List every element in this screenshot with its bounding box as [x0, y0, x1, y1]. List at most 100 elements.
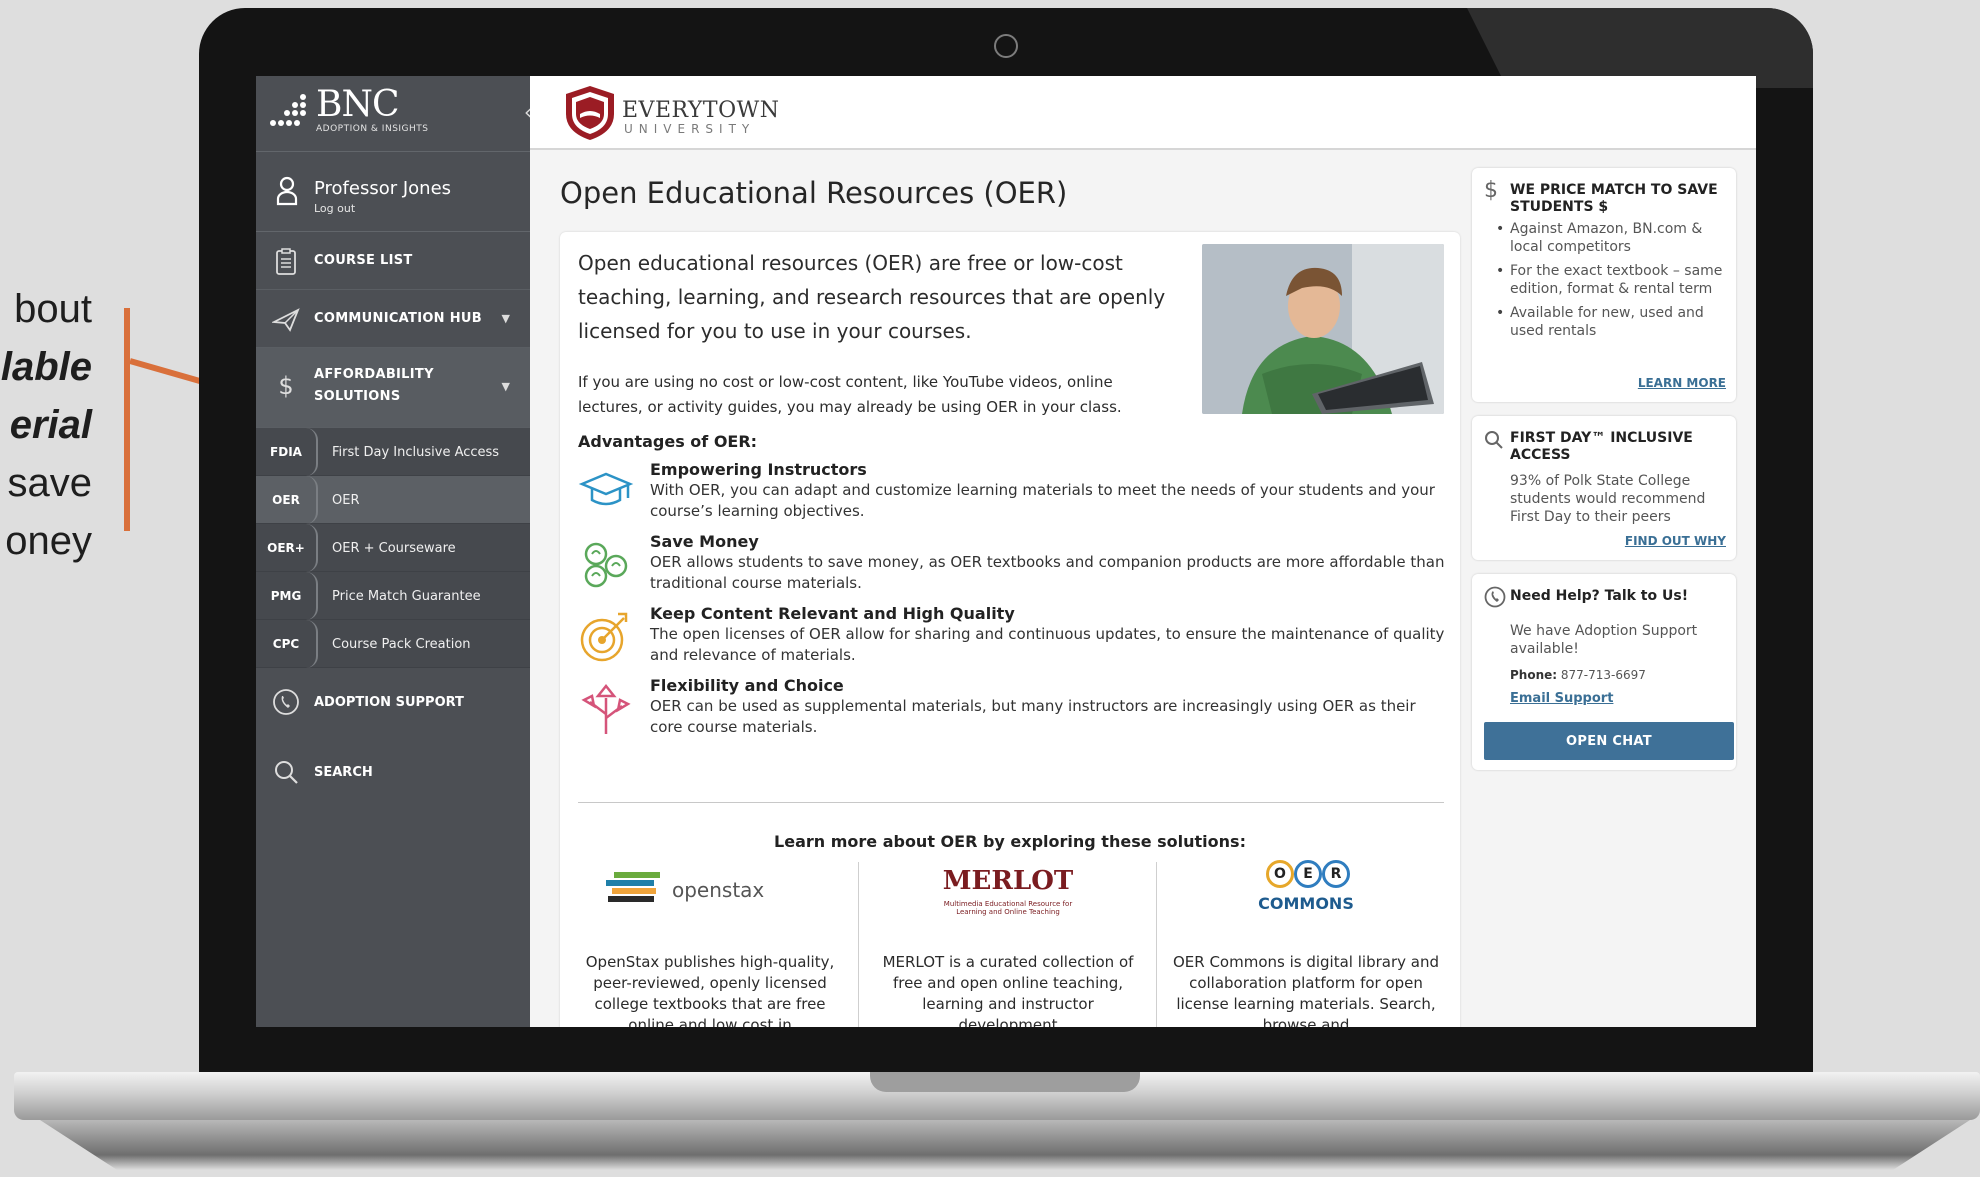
advantage-description: The open licenses of OER allow for shari…: [650, 625, 1445, 664]
annotation-line-2: lable: [0, 345, 92, 389]
phone-icon: [273, 689, 299, 715]
oer-commons-wordmark: COMMONS: [1258, 894, 1354, 913]
advantage-title: Save Money: [650, 532, 759, 551]
intro-paragraph: Open educational resources (OER) are fre…: [578, 251, 1166, 343]
book-stack-icon: [606, 872, 660, 902]
advantage-description: OER can be used as supplemental material…: [650, 697, 1416, 736]
sidebar-item-label: SEARCH: [314, 765, 373, 780]
directions-arrows-icon: [581, 683, 631, 734]
solution-description: OpenStax publishes high-quality, peer-re…: [585, 953, 835, 1027]
phone-icon: [1484, 586, 1506, 608]
annotation-line-4: save: [7, 461, 93, 505]
oer-content-card: Open educational resources (OER) are fre…: [560, 232, 1460, 1027]
price-match-card: $ WE PRICE MATCH TO SAVE STUDENTS $ Agai…: [1472, 168, 1736, 402]
solution-separator: [858, 862, 859, 1027]
sidebar-item-adoption-support[interactable]: ADOPTION SUPPORT: [256, 668, 530, 738]
webcam: [994, 34, 1018, 58]
bnc-logo[interactable]: BNC ADOPTION & INSIGHTS ‹: [256, 76, 532, 152]
subitem-label: First Day Inclusive Access: [332, 445, 500, 460]
main-content: Open Educational Resources (OER) Open ed…: [530, 152, 1460, 1027]
sidebar-item-label: COMMUNICATION HUB: [314, 311, 482, 326]
university-subtitle: UNIVERSITY: [624, 122, 756, 136]
sidebar-item-course-list[interactable]: COURSE LIST: [256, 232, 530, 290]
dollar-icon: $: [1484, 178, 1498, 203]
search-icon: [1485, 431, 1503, 449]
first-day-body: 93% of Polk State College students would…: [1510, 473, 1706, 525]
sidebar-subitem-oer[interactable]: OER OER: [256, 476, 530, 524]
dollar-icon: $: [278, 372, 294, 400]
intro-note: If you are using no cost or low-cost con…: [578, 373, 1122, 416]
annotation-line-5: oney: [5, 519, 92, 563]
oer-circles: O E R: [1266, 860, 1350, 890]
solution-description: OER Commons is digital library and colla…: [1172, 953, 1439, 1027]
advantage-title: Empowering Instructors: [650, 460, 867, 479]
advantage-title: Flexibility and Choice: [650, 676, 844, 695]
oer-letter-r: R: [1322, 860, 1350, 888]
phone-line: Phone: 877-713-6697: [1510, 666, 1730, 684]
phone-label: Phone:: [1510, 668, 1558, 682]
sidebar-item-communication-hub[interactable]: COMMUNICATION HUB ▼: [256, 290, 530, 348]
subitem-label: Price Match Guarantee: [332, 589, 481, 604]
merlot-wordmark: MERLOT: [942, 866, 1074, 896]
subitem-code: OER: [256, 476, 318, 524]
university-name: EVERYTOWN: [622, 98, 780, 123]
section-divider: [578, 802, 1444, 803]
merlot-logo: MERLOT Multimedia Educational Resource f…: [860, 858, 1156, 936]
sidebar-item-search[interactable]: SEARCH: [256, 738, 530, 808]
subitem-label: Course Pack Creation: [332, 637, 471, 652]
learn-more-heading: Learn more about OER by exploring these …: [774, 832, 1246, 851]
subitem-code: CPC: [256, 620, 318, 668]
help-title: Need Help? Talk to Us!: [1510, 588, 1689, 604]
email-support-link[interactable]: Email Support: [1510, 690, 1730, 708]
first-day-title: FIRST DAY™ INCLUSIVE ACCESS: [1510, 430, 1693, 463]
annotation-bracket: [124, 308, 130, 531]
sidebar-subitem-fdia[interactable]: FDIA First Day Inclusive Access: [256, 428, 530, 476]
oer-letter-e: E: [1294, 860, 1322, 888]
subitem-code: OER+: [256, 524, 318, 572]
solution-oer-commons[interactable]: O E R COMMONS OER Commons is digital lib…: [1158, 858, 1454, 1027]
help-body: We have Adoption Support available!: [1510, 623, 1698, 657]
sidebar-subitem-cpc[interactable]: CPC Course Pack Creation: [256, 620, 530, 668]
sidebar-item-affordability-solutions[interactable]: $ AFFORDABILITY SOLUTIONS ▼: [256, 348, 530, 428]
user-name: Professor Jones: [314, 178, 452, 199]
sidebar-subitem-oer-plus[interactable]: OER+ OER + Courseware: [256, 524, 530, 572]
subitem-code: PMG: [256, 572, 318, 620]
chevron-down-icon: ▼: [501, 312, 510, 325]
list-item: Against Amazon, BN.com & local competito…: [1496, 220, 1730, 256]
laptop-bottom: [40, 1120, 1970, 1170]
laptop-notch: [870, 1072, 1140, 1092]
sidebar-subitem-pmg[interactable]: PMG Price Match Guarantee: [256, 572, 530, 620]
learn-more-link[interactable]: LEARN MORE: [1638, 376, 1726, 390]
coins-icon: [584, 542, 628, 588]
advantage-description: With OER, you can adapt and customize le…: [650, 481, 1435, 520]
advantage-description: OER allows students to save money, as OE…: [650, 553, 1445, 592]
clipboard-icon: [276, 248, 296, 275]
solution-merlot[interactable]: MERLOT Multimedia Educational Resource f…: [860, 858, 1156, 1027]
graduation-cap-icon: [578, 472, 634, 506]
logo-dots-icon: [270, 94, 312, 136]
oer-commons-logo: O E R COMMONS: [1158, 858, 1454, 936]
university-shield-icon: [566, 86, 614, 140]
find-out-why-link[interactable]: FIND OUT WHY: [1625, 534, 1726, 548]
solution-description: MERLOT is a curated collection of free a…: [882, 953, 1134, 1027]
page-title: Open Educational Resources (OER): [560, 176, 1068, 210]
phone-number: 877-713-6697: [1560, 668, 1646, 682]
solution-openstax[interactable]: openstax OpenStax publishes high-quality…: [562, 858, 858, 1027]
top-header: EVERYTOWN UNIVERSITY: [530, 76, 1756, 150]
solution-separator: [1156, 862, 1157, 1027]
paper-plane-icon: [272, 308, 300, 332]
logo-subtitle: ADOPTION & INSIGHTS: [316, 124, 429, 134]
search-icon: [275, 761, 298, 784]
openstax-logo: openstax: [562, 858, 858, 936]
logo-text: BNC: [316, 84, 399, 125]
open-chat-button[interactable]: OPEN CHAT: [1484, 722, 1734, 760]
merlot-tagline: Multimedia Educational Resource for Lear…: [943, 900, 1073, 916]
first-day-card: FIRST DAY™ INCLUSIVE ACCESS 93% of Polk …: [1472, 416, 1736, 560]
subitem-code: FDIA: [256, 428, 318, 476]
logout-link[interactable]: Log out: [314, 202, 355, 215]
annotation-line-1: bout: [14, 287, 92, 331]
openstax-wordmark: openstax: [672, 878, 765, 902]
chevron-down-icon: ▼: [501, 380, 510, 393]
annotation-line-3: erial: [9, 403, 92, 447]
right-panel: $ WE PRICE MATCH TO SAVE STUDENTS $ Agai…: [1472, 168, 1736, 784]
